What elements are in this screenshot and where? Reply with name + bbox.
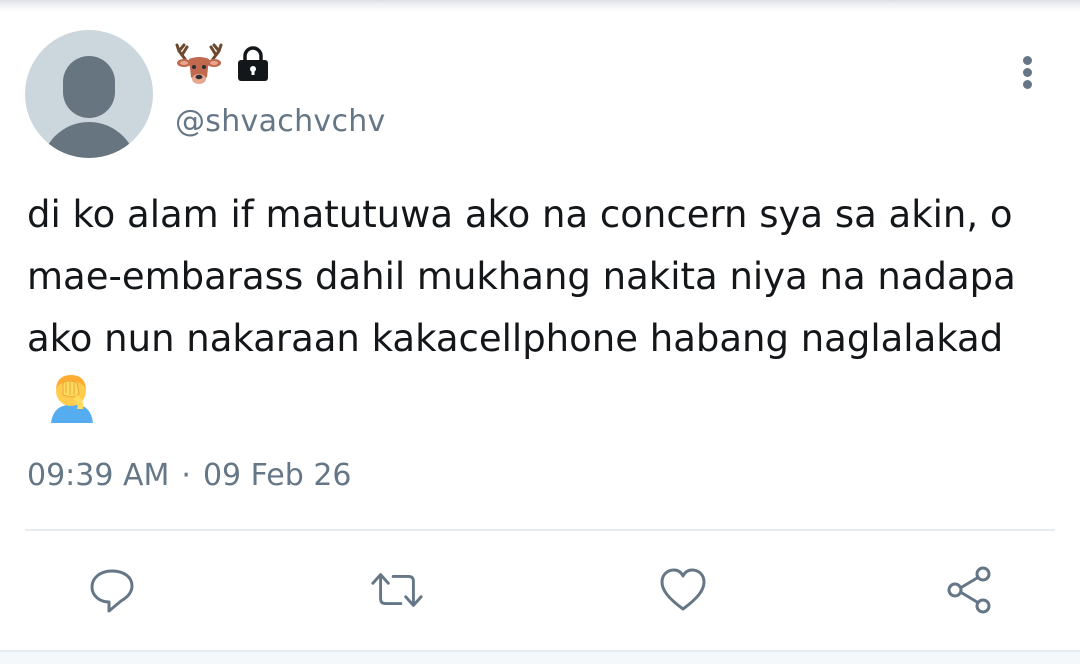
more-options-icon[interactable] (1012, 52, 1044, 92)
tweet-timestamp[interactable]: 09:39 AM · 09 Feb 26 (27, 458, 352, 493)
lock-icon (238, 46, 268, 81)
like-button[interactable] (655, 562, 711, 618)
avatar-head (63, 56, 115, 118)
avatar[interactable] (25, 30, 153, 158)
tweet-body: di ko alam if matutuwa ako na concern sy… (27, 184, 1067, 432)
facepalm-icon (51, 375, 93, 423)
share-button[interactable] (941, 562, 997, 618)
heart-icon (660, 568, 706, 611)
tweet-date: 09 Feb 26 (202, 458, 352, 493)
meta-separator: · (181, 458, 191, 493)
tweet-time: 09:39 AM (27, 458, 170, 493)
retweet-icon (371, 573, 423, 607)
reply-icon (90, 569, 134, 613)
avatar-body (41, 122, 137, 158)
deer-icon (175, 43, 223, 84)
reply-button[interactable] (84, 562, 140, 618)
share-icon (947, 566, 991, 614)
actions-divider (25, 529, 1055, 531)
display-name[interactable] (175, 40, 271, 88)
tweet-card[interactable]: @shvachvchv di ko alam if matutuwa ako n… (0, 0, 1080, 662)
tweet-text: di ko alam if matutuwa ako na concern sy… (27, 193, 1016, 360)
retweet-button[interactable] (369, 562, 425, 618)
user-handle[interactable]: @shvachvchv (175, 104, 386, 139)
